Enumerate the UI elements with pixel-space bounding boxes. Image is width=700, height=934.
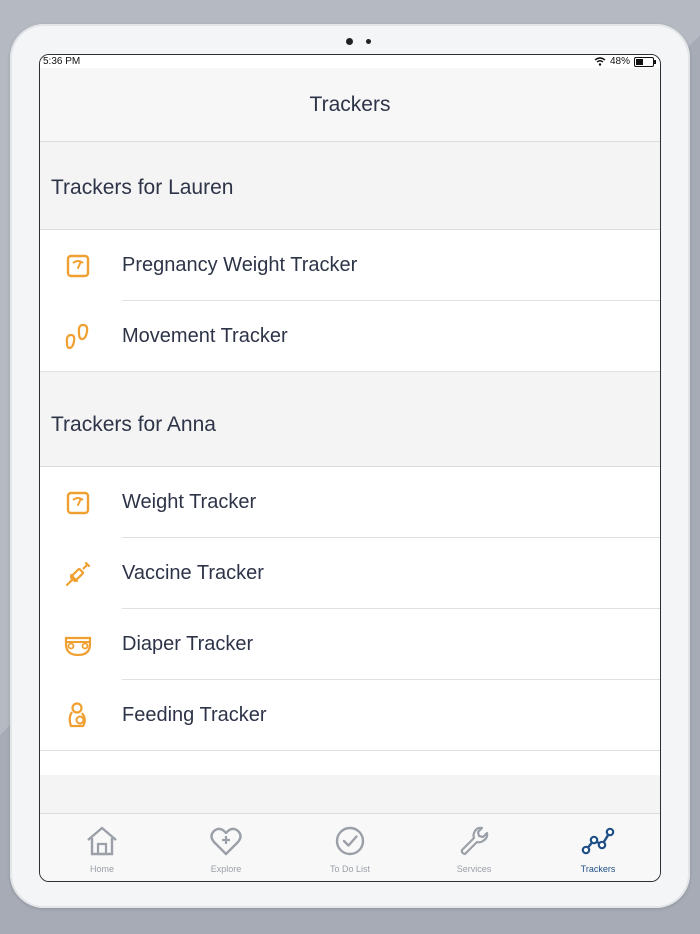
navigation-bar: Trackers <box>40 68 660 142</box>
tab-todo-list[interactable]: To Do List <box>288 814 412 881</box>
tracker-row-weight[interactable]: Weight Tracker <box>40 467 660 538</box>
tab-explore[interactable]: Explore <box>164 814 288 881</box>
tab-label: Home <box>89 864 114 874</box>
tab-label: Explore <box>210 864 242 874</box>
diaper-icon <box>64 636 92 657</box>
section-title: Trackers for Lauren <box>51 176 234 199</box>
tracker-label: Movement Tracker <box>122 325 288 347</box>
sensor-dot <box>366 39 371 44</box>
tracker-row-movement[interactable]: Movement Tracker <box>40 301 660 372</box>
scale-icon <box>66 254 90 278</box>
tablet-frame: 5:36 PM 48% Trackers Trackers for Lauren <box>10 24 690 908</box>
tracker-row-pregnancy-weight[interactable]: Pregnancy Weight Tracker <box>40 230 660 301</box>
graph-nodes-icon <box>581 827 615 855</box>
battery-icon <box>634 56 656 67</box>
wifi-icon <box>594 57 606 66</box>
camera-dot <box>346 38 353 45</box>
tab-label: To Do List <box>329 864 371 874</box>
tracker-label: Vaccine Tracker <box>122 562 264 584</box>
tab-label: Trackers <box>580 864 616 874</box>
feeding-icon <box>68 702 86 728</box>
battery-percent: 48% <box>609 56 630 67</box>
section-header-anna: Trackers for Anna <box>40 372 660 467</box>
tracker-label: Feeding Tracker <box>122 704 267 726</box>
status-bar: 5:36 PM 48% <box>40 55 660 68</box>
footprints-icon <box>65 323 89 350</box>
status-time: 5:36 PM <box>43 56 81 67</box>
section-title: Trackers for Anna <box>51 413 216 436</box>
tracker-row-diaper[interactable]: Diaper Tracker <box>40 609 660 680</box>
home-icon <box>87 826 117 856</box>
syringe-icon <box>65 561 91 587</box>
app-screen: 5:36 PM 48% Trackers Trackers for Lauren <box>39 54 661 882</box>
tracker-row-feeding[interactable]: Feeding Tracker <box>40 680 660 751</box>
status-right: 48% <box>594 56 656 67</box>
tab-home[interactable]: Home <box>40 814 164 881</box>
tab-bar: Home Explore To Do List Services Tracker… <box>40 813 660 881</box>
check-circle-icon <box>335 826 365 856</box>
tracker-label: Diaper Tracker <box>122 633 254 655</box>
divider <box>40 750 660 751</box>
tracker-label: Weight Tracker <box>122 491 257 513</box>
wrench-icon <box>460 826 489 856</box>
tracker-label: Pregnancy Weight Tracker <box>122 254 358 276</box>
scale-icon <box>66 491 90 515</box>
tab-label: Services <box>456 864 492 874</box>
page-title: Trackers <box>309 92 391 116</box>
tab-trackers[interactable]: Trackers <box>536 814 660 881</box>
tracker-row-vaccine[interactable]: Vaccine Tracker <box>40 538 660 609</box>
heart-plus-icon <box>210 827 242 856</box>
tab-services[interactable]: Services <box>412 814 536 881</box>
section-header-lauren: Trackers for Lauren <box>40 142 660 230</box>
